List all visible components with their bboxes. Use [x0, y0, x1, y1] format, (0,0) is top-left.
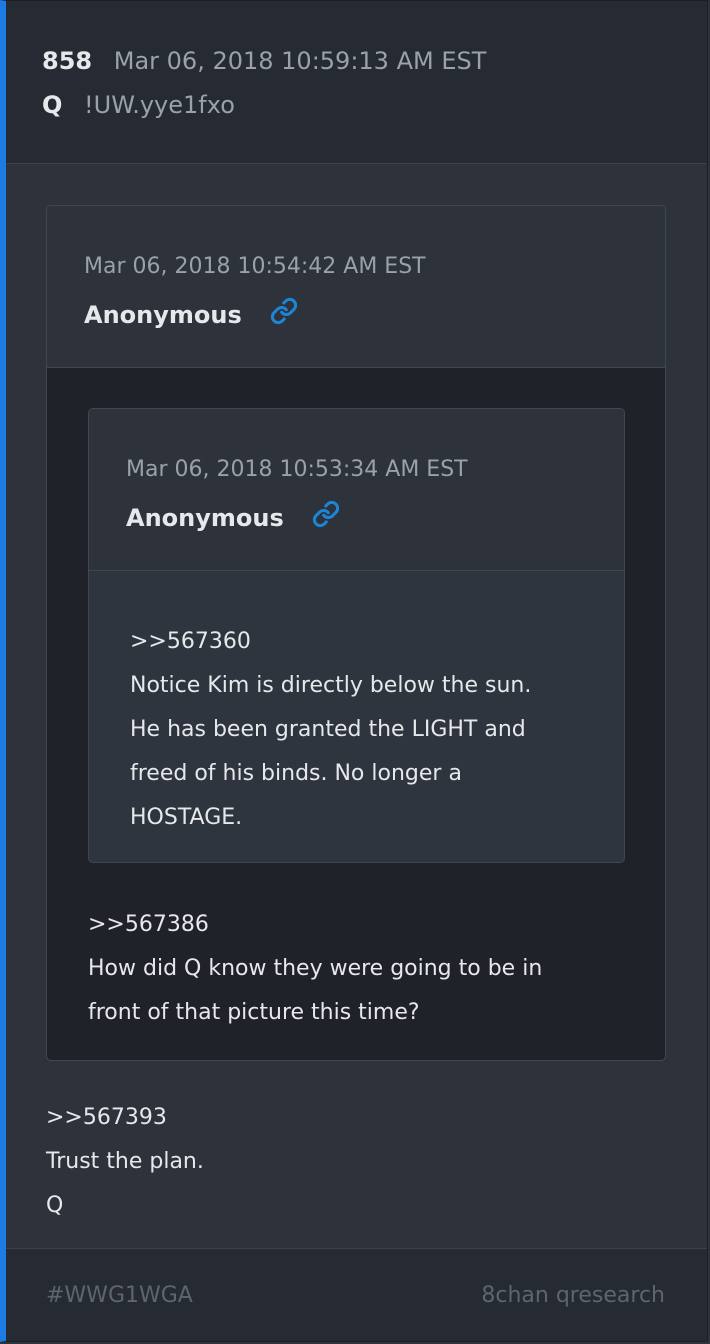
quoted-post-header: Mar 06, 2018 10:54:42 AM EST Anonymous — [47, 206, 665, 368]
quote-reference-link[interactable]: >>567360 — [130, 620, 531, 664]
quoted-post-author: Anonymous — [126, 504, 284, 532]
signature-line: Q — [46, 1193, 64, 1218]
link-icon[interactable] — [312, 500, 340, 534]
quote-reference-link[interactable]: >>567393 — [46, 1096, 204, 1140]
body-line: HOSTAGE. — [130, 805, 243, 830]
quoted-post-date: Mar 06, 2018 10:53:34 AM EST — [126, 457, 468, 482]
post-card: 858 Mar 06, 2018 10:59:13 AM EST Q !UW.y… — [0, 0, 708, 1342]
body-line: freed of his binds. No longer a — [130, 761, 462, 786]
hashtag: #WWG1WGA — [46, 1283, 193, 1308]
quoted-post-inner: Mar 06, 2018 10:53:34 AM EST Anonymous >… — [88, 408, 625, 863]
post-date: Mar 06, 2018 10:59:13 AM EST — [113, 47, 487, 75]
post-body: >>567393 Trust the plan. Q — [46, 1096, 204, 1228]
quoted-post-header: Mar 06, 2018 10:53:34 AM EST Anonymous — [89, 409, 624, 571]
quoted-post-author-line: Anonymous — [84, 297, 298, 331]
quote-reference-link[interactable]: >>567386 — [88, 903, 542, 947]
body-line: Notice Kim is directly below the sun. — [130, 673, 532, 698]
post-author-line: Q !UW.yye1fxo — [42, 91, 235, 119]
link-icon[interactable] — [270, 297, 298, 331]
post-number: 858 — [42, 47, 93, 75]
post-footer: #WWG1WGA 8chan qresearch — [6, 1248, 707, 1341]
body-line: front of that picture this time? — [88, 1000, 420, 1025]
post-header: 858 Mar 06, 2018 10:59:13 AM EST Q !UW.y… — [6, 1, 707, 164]
body-line: Trust the plan. — [46, 1149, 204, 1174]
quoted-post-body: >>567386 How did Q know they were going … — [88, 903, 542, 1035]
post-meta: 858 Mar 06, 2018 10:59:13 AM EST — [42, 47, 486, 75]
quoted-post-author: Anonymous — [84, 301, 242, 329]
body-line: How did Q know they were going to be in — [88, 956, 543, 981]
source-label: 8chan qresearch — [481, 1283, 665, 1308]
quoted-post-author-line: Anonymous — [126, 500, 340, 534]
post-author: Q — [42, 91, 63, 119]
quoted-post-date: Mar 06, 2018 10:54:42 AM EST — [84, 254, 426, 279]
body-line: He has been granted the LIGHT and — [130, 717, 526, 742]
quoted-post-body: >>567360 Notice Kim is directly below th… — [130, 620, 531, 840]
post-tripcode: !UW.yye1fxo — [84, 91, 235, 119]
